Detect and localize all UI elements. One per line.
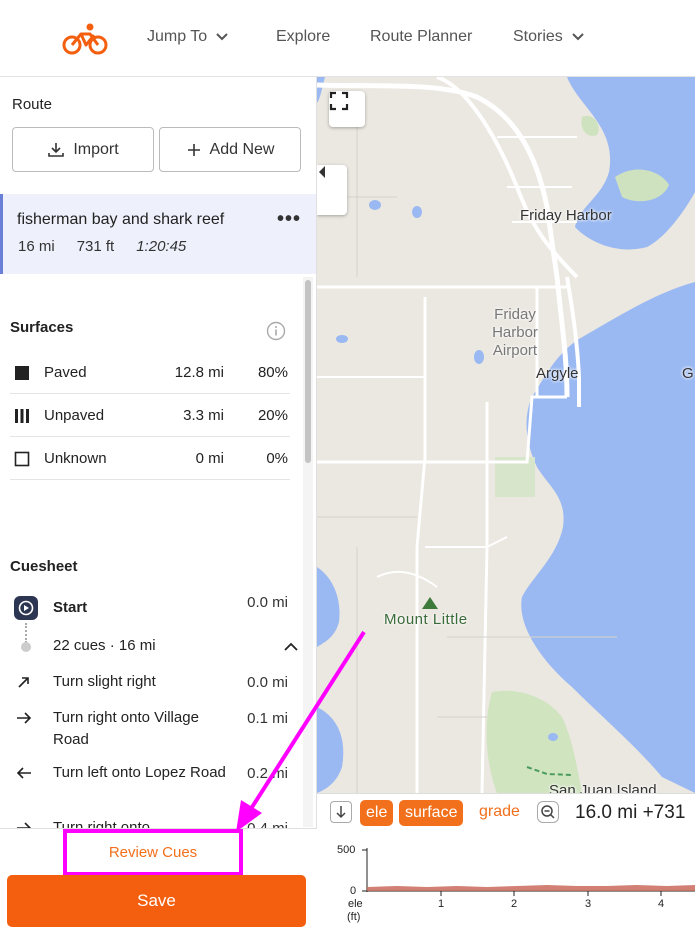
- y-tick-500: 500: [337, 844, 356, 856]
- elevation-panel: ele surface grade 16.0 mi +731 500 0 ele…: [317, 793, 695, 935]
- elevation-summary: 16.0 mi +731: [575, 802, 686, 823]
- x-tick-2: 2: [511, 898, 518, 910]
- elevation-chart[interactable]: [317, 834, 695, 934]
- x-tick-1: 1: [438, 898, 445, 910]
- tab-surface[interactable]: surface: [399, 800, 464, 826]
- arrow-down-icon: [336, 806, 346, 819]
- x-tick-4: 4: [658, 898, 665, 910]
- zoom-out-icon: [541, 805, 555, 819]
- x-tick-3: 3: [585, 898, 592, 910]
- y-tick-0: 0: [350, 885, 357, 897]
- tab-grade[interactable]: grade: [479, 803, 520, 821]
- zoom-button[interactable]: [537, 801, 559, 823]
- y-axis-unit: (ft): [347, 911, 361, 923]
- tab-ele[interactable]: ele: [360, 800, 394, 826]
- y-axis-label: ele: [348, 898, 363, 910]
- collapse-elevation-button[interactable]: [330, 801, 352, 823]
